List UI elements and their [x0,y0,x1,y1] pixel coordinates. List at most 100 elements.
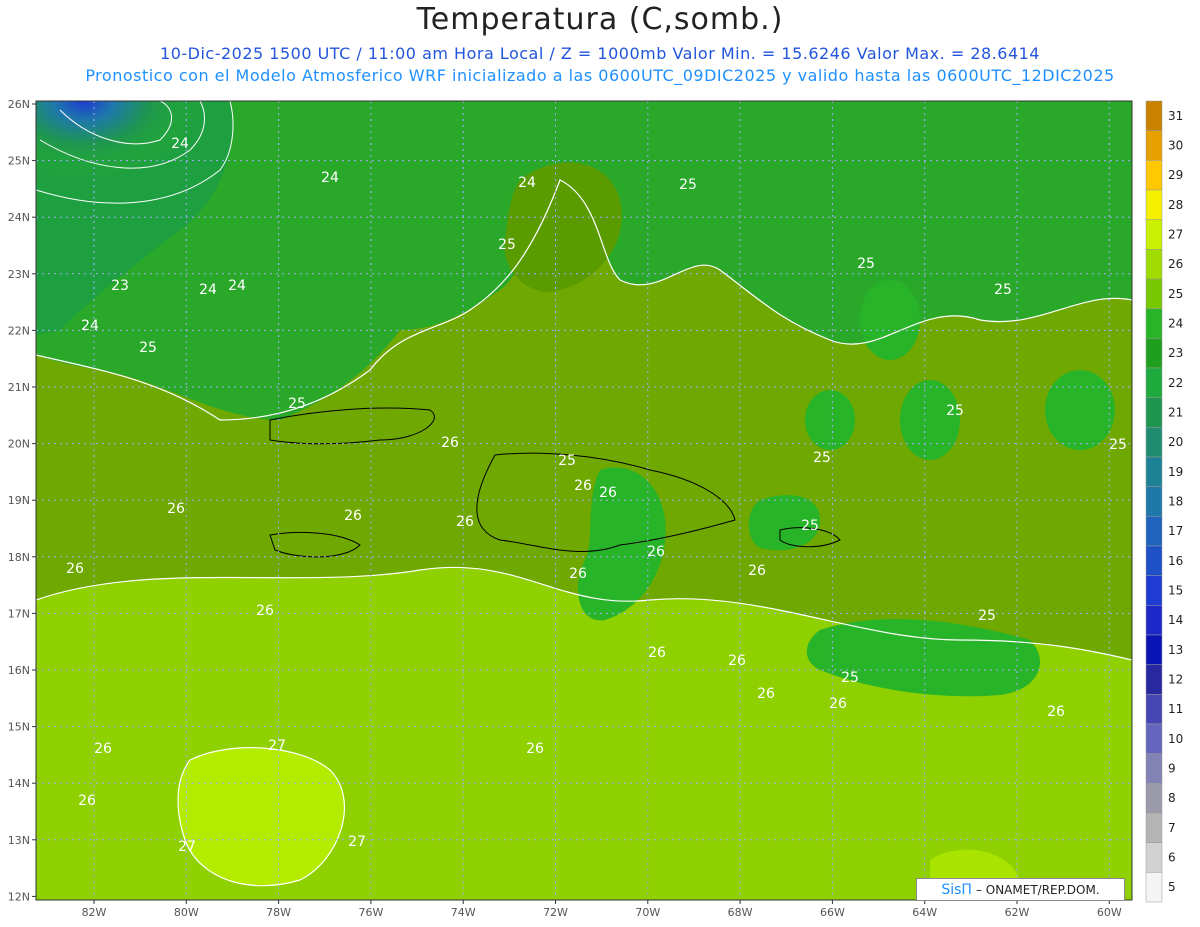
colorbar-swatch [1145,367,1163,398]
temperature-map: 26N 25N 24N 23N 22N 21N 20N 19N 18N 17N 16N 15N 14N 1… [8,98,1184,919]
lat-label: 16N [8,664,30,677]
colorbar-swatch [1145,160,1163,191]
colorbar-swatch [1145,605,1163,636]
contour-value-label: 26 [94,741,112,757]
credit-text: – ONAMET/REP.DOM. [975,882,1100,897]
colorbar-label: 30 [1168,139,1183,153]
colorbar-swatch [1145,812,1163,843]
colorbar-swatch [1145,842,1163,873]
colorbar-label: 11 [1168,702,1183,716]
lat-label: 20N [8,438,30,451]
contour-value-label: 25 [1109,437,1127,453]
contour-value-label: 24 [171,136,189,152]
contour-value-label: 26 [78,793,96,809]
colorbar-swatch [1145,545,1163,576]
lon-label: 70W [635,906,660,919]
colorbar-label: 16 [1168,554,1183,568]
contour-value-label: 26 [647,544,665,560]
contour-value-label: 25 [813,450,831,466]
contour-value-label: 24 [518,175,536,191]
temp-cell-4 [805,390,855,450]
lat-label: 26N [8,98,30,111]
contour-value-label: 26 [456,514,474,530]
colorbar-label: 31 [1168,109,1183,123]
colorbar-label: 14 [1168,613,1183,627]
lon-label: 66W [820,906,845,919]
contour-value-label: 27 [268,738,286,754]
lat-label: 23N [8,268,30,281]
contour-value-label: 26 [648,645,666,661]
lat-label: 25N [8,155,30,168]
colorbar-swatch [1145,664,1163,695]
colorbar-label: 21 [1168,406,1183,420]
temp-cell-3 [1045,370,1115,450]
colorbar-swatch [1145,516,1163,547]
contour-value-label: 25 [994,282,1012,298]
colorbar-label: 6 [1168,851,1176,865]
colorbar-label: 24 [1168,317,1183,331]
lon-label: 60W [1097,906,1122,919]
colorbar-swatch [1145,130,1163,161]
contour-value-label: 23 [111,278,129,294]
colorbar-label: 12 [1168,673,1183,687]
contour-value-label: 26 [599,485,617,501]
contour-value-label: 25 [801,518,819,534]
colorbar-label: 22 [1168,376,1183,390]
contour-value-label: 25 [857,256,875,272]
colorbar-swatch [1145,723,1163,754]
contour-value-label: 25 [679,177,697,193]
colorbar-label: 23 [1168,346,1183,360]
contour-value-label: 25 [139,340,157,356]
contour-value-label: 25 [288,396,306,412]
colorbar-swatch [1145,308,1163,339]
contour-value-label: 25 [558,453,576,469]
lat-label: 19N [8,494,30,507]
colorbar-swatch [1145,872,1163,903]
lon-label: 64W [912,906,937,919]
contour-value-label: 25 [498,237,516,253]
contour-value-label: 24 [228,278,246,294]
colorbar-swatch [1145,783,1163,814]
contour-value-label: 26 [1047,704,1065,720]
contour-value-label: 26 [344,508,362,524]
lon-label: 78W [266,906,291,919]
colorbar-label: 13 [1168,643,1183,657]
temp-cell-1 [860,280,920,360]
contour-value-label: 26 [526,741,544,757]
colorbar-label: 10 [1168,732,1183,746]
lon-label: 62W [1005,906,1030,919]
lat-label: 12N [8,890,30,903]
contour-value-label: 24 [81,318,99,334]
contour-value-label: 26 [728,653,746,669]
colorbar-swatch [1145,278,1163,309]
contour-value-label: 26 [167,501,185,517]
lon-label: 74W [451,906,476,919]
colorbar-swatch [1145,694,1163,725]
colorbar-swatch [1145,338,1163,369]
temperature-colorbar: 31 30 29 28 27 26 25 24 23 22 21 20 19 18 17 16 15 14 13 12… [1145,100,1183,903]
temp-cell-2 [900,380,960,460]
contour-value-label: 24 [199,282,217,298]
colorbar-label: 29 [1168,168,1183,182]
colorbar-label: 26 [1168,257,1183,271]
lon-label: 82W [82,906,107,919]
contour-value-label: 26 [748,563,766,579]
colorbar-swatch [1145,427,1163,458]
colorbar-swatch [1145,100,1163,131]
colorbar-swatch [1145,219,1163,250]
colorbar-label: 20 [1168,435,1183,449]
colorbar-label: 28 [1168,198,1183,212]
colorbar-label: 27 [1168,228,1183,242]
contour-value-label: 27 [348,834,366,850]
colorbar-label: 5 [1168,880,1176,894]
lat-label: 17N [8,607,30,620]
sispi-logo: SisΠ [941,881,972,898]
lat-label: 14N [8,777,30,790]
colorbar-swatch [1145,397,1163,428]
contour-value-label: 26 [569,566,587,582]
contour-value-label: 27 [178,839,196,855]
colorbar-label: 9 [1168,762,1176,776]
latitude-labels: 26N 25N 24N 23N 22N 21N 20N 19N 18N 17N 16N 15N 14N 1… [8,98,36,903]
colorbar-label: 15 [1168,584,1183,598]
colorbar-swatch [1145,634,1163,665]
